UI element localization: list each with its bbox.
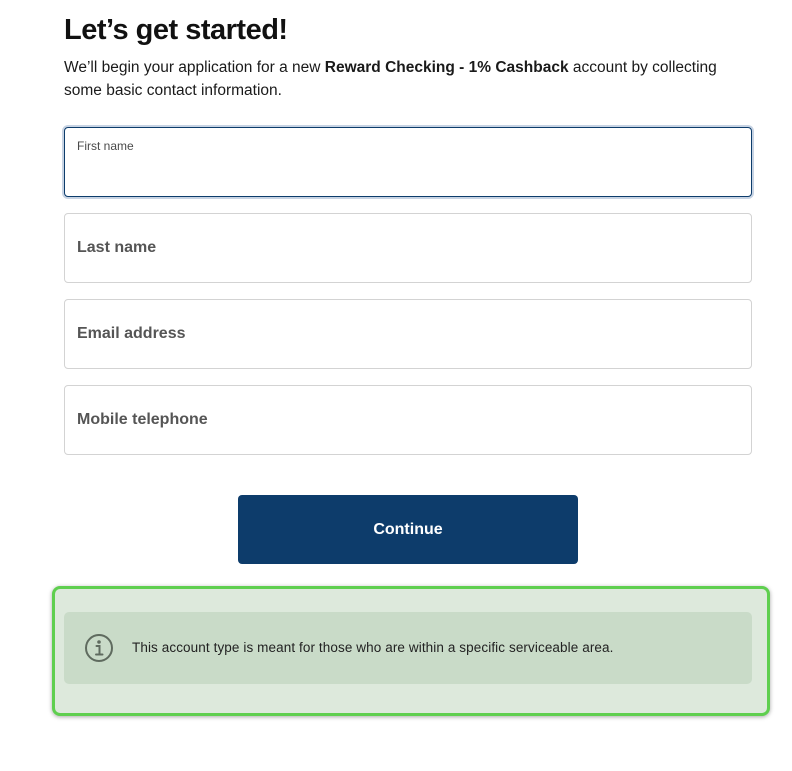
notice-text: This account type is meant for those who… — [132, 640, 614, 655]
product-name: Reward Checking - 1% Cashback — [324, 59, 569, 76]
last-name-input[interactable] — [77, 233, 737, 263]
intro-text: We’ll begin your application for a new R… — [64, 56, 744, 102]
first-name-field[interactable]: First name — [64, 127, 752, 197]
serviceable-area-notice: This account type is meant for those who… — [64, 612, 752, 684]
last-name-field[interactable] — [64, 213, 752, 283]
continue-button[interactable]: Continue — [238, 495, 578, 564]
intro-prefix: We’ll begin your application for a new — [64, 59, 325, 76]
first-name-input[interactable] — [77, 156, 737, 186]
first-name-label: First name — [77, 139, 134, 153]
application-page: Let’s get started! We’ll begin your appl… — [0, 0, 792, 771]
page-title: Let’s get started! — [64, 14, 288, 46]
mobile-telephone-input[interactable] — [77, 405, 737, 435]
info-icon — [85, 634, 113, 662]
email-input[interactable] — [77, 319, 737, 349]
email-field[interactable] — [64, 299, 752, 369]
mobile-telephone-field[interactable] — [64, 385, 752, 455]
